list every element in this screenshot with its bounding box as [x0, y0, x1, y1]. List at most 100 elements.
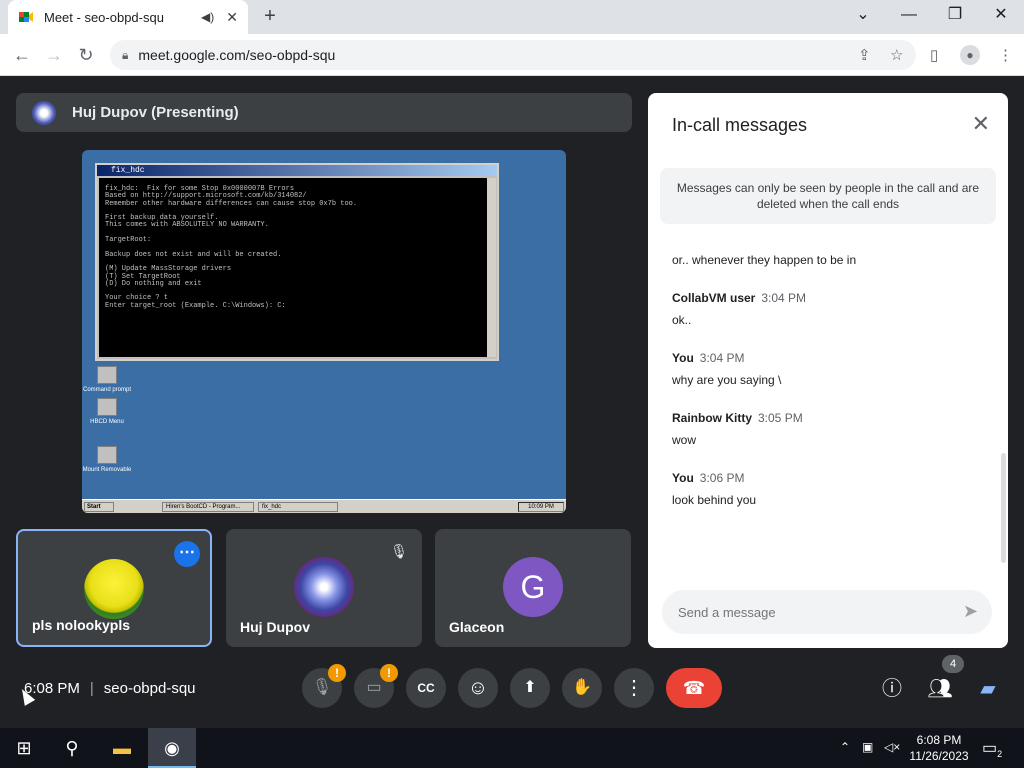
message-time: 3:04 PM: [761, 291, 807, 305]
captions-button[interactable]: CC: [406, 668, 446, 708]
more-options-button[interactable]: ⋮: [614, 668, 654, 708]
new-tab-button[interactable]: +: [258, 4, 282, 28]
menu-icon[interactable]: ⋮: [998, 46, 1013, 64]
message-meta: You 3:04 PM: [672, 351, 982, 365]
message-author: You: [672, 351, 694, 365]
message-text: look behind you: [672, 493, 757, 507]
tab-search-icon[interactable]: ⌄: [840, 0, 886, 30]
message-author: CollabVM user: [672, 291, 756, 305]
participant-name: pls nolookypls: [32, 617, 131, 633]
shared-task: Hiren's BootCD - Program...: [162, 502, 254, 512]
star-icon[interactable]: ☆: [890, 46, 903, 64]
mic-button[interactable]: 🎙︎ !: [302, 664, 346, 708]
message-author: You: [672, 471, 694, 485]
message-text: ok..: [672, 313, 692, 327]
clock-time: 6:08 PM: [916, 733, 962, 747]
notifications-icon[interactable]: ▭2: [982, 738, 1002, 759]
side-panel-icon[interactable]: ▯: [930, 46, 938, 64]
browser-toolbar: ← → ↻ 🔒︎ meet.google.com/seo-obpd-squ ⇪ …: [0, 34, 1024, 76]
desktop-icon-hbcd-menu: HBCD Menu: [82, 398, 132, 426]
chat-message: or.. whenever they happen to be in: [672, 251, 982, 269]
chat-button[interactable]: ▰: [973, 674, 1003, 704]
send-icon[interactable]: ➤: [963, 601, 978, 622]
message-time: 3:05 PM: [758, 411, 803, 425]
phone-hangup-icon: ☎: [682, 678, 706, 698]
people-icon: 👥︎: [927, 678, 953, 700]
more-options-icon[interactable]: ⋯: [174, 541, 200, 567]
profile-icon[interactable]: ●: [960, 45, 980, 65]
desktop-icon-label: Mount Removable: [82, 467, 132, 473]
meeting-info: 6:08 PM | seo-obpd-squ: [24, 680, 196, 697]
people-count-badge: 4: [942, 655, 964, 673]
chat-message: You 3:06 PM look behind you: [672, 471, 982, 509]
leave-call-button[interactable]: ☎: [666, 668, 722, 708]
reload-button[interactable]: ↻: [74, 43, 98, 67]
meet-favicon-icon: [19, 12, 33, 22]
message-meta: You 3:06 PM: [672, 471, 982, 485]
minimize-button[interactable]: —: [886, 0, 932, 30]
close-window-button[interactable]: ✕: [978, 0, 1024, 30]
message-list: or.. whenever they happen to be in Colla…: [672, 251, 982, 523]
share-icon[interactable]: ⇪: [858, 46, 871, 64]
file-explorer-icon[interactable]: ▬: [98, 728, 146, 768]
close-icon[interactable]: ✕: [972, 111, 990, 137]
lock-icon[interactable]: 🔒︎: [122, 48, 128, 63]
windows-start-icon[interactable]: ⊞: [0, 728, 48, 768]
browser-tab[interactable]: Meet - seo-obpd-squ ◀) ✕: [8, 0, 248, 34]
desktop-icon-label: Command prompt: [82, 387, 132, 393]
speaker-icon[interactable]: ◀): [201, 10, 214, 24]
divider: |: [89, 680, 94, 697]
warning-icon: !: [328, 664, 346, 682]
command-prompt-icon: [97, 366, 117, 384]
browser-tabstrip: Meet - seo-obpd-squ ◀) ✕ + ⌄ — ❐ ✕: [0, 0, 1024, 34]
present-screen-icon: ⬆: [523, 679, 537, 696]
usb-icon: [97, 446, 117, 464]
console-output: fix_hdc: Fix for some Stop 0x0000007B Er…: [99, 178, 487, 357]
back-button[interactable]: ←: [10, 43, 34, 67]
message-text: or.. whenever they happen to be in: [672, 253, 857, 267]
message-time: 3:04 PM: [699, 351, 745, 365]
chat-message: CollabVM user 3:04 PM ok..: [672, 291, 982, 329]
console-scrollbar: [487, 178, 496, 357]
forward-button[interactable]: →: [42, 43, 66, 67]
meet-stage: Huj Dupov (Presenting) Command prompt HB…: [0, 77, 1024, 728]
reactions-button[interactable]: ☺: [458, 668, 498, 708]
camera-button[interactable]: ▭ !: [354, 664, 398, 708]
chrome-icon[interactable]: ◉: [148, 728, 196, 768]
hand-icon: ✋: [572, 679, 592, 696]
people-button[interactable]: 👥︎: [925, 674, 955, 704]
participant-tile[interactable]: G Glaceon: [435, 529, 631, 647]
participant-tile[interactable]: ⋯ pls nolookypls: [16, 529, 212, 647]
message-composer: ➤: [662, 590, 992, 634]
search-icon[interactable]: ⚲: [48, 728, 96, 768]
participant-tile[interactable]: 🎙︎ Huj Dupov: [226, 529, 422, 647]
tray-chevron-icon[interactable]: ⌃: [840, 740, 850, 754]
chat-message: Rainbow Kitty 3:05 PM wow: [672, 411, 982, 449]
emoji-icon: ☺: [467, 677, 489, 699]
network-icon[interactable]: ▣: [862, 740, 873, 754]
desktop-icon-command-prompt: Command prompt: [82, 366, 132, 394]
presenter-avatar: [32, 100, 56, 125]
restore-button[interactable]: ❐: [932, 0, 978, 30]
captions-icon: CC: [417, 681, 435, 695]
meeting-code: seo-obpd-squ: [103, 680, 196, 697]
volume-muted-icon[interactable]: ◁×: [884, 740, 900, 754]
address-bar[interactable]: 🔒︎ meet.google.com/seo-obpd-squ: [110, 40, 916, 70]
tools-icon: [97, 398, 117, 416]
chat-notice: Messages can only be seen by people in t…: [660, 168, 996, 224]
more-vert-icon: ⋮: [624, 677, 644, 699]
shared-clock: 10:09 PM: [518, 502, 564, 512]
meeting-details-button[interactable]: ⓘ: [877, 674, 907, 704]
initial-avatar: G: [503, 557, 563, 617]
notification-count: 2: [997, 749, 1003, 760]
message-text: why are you saying \: [672, 373, 782, 387]
system-clock[interactable]: 6:08 PM 11/26/2023: [906, 732, 972, 764]
raise-hand-button[interactable]: ✋: [562, 668, 602, 708]
present-button[interactable]: ⬆: [510, 668, 550, 708]
chat-scrollbar[interactable]: [1001, 453, 1006, 563]
tab-close-icon[interactable]: ✕: [226, 9, 238, 26]
message-input[interactable]: [678, 601, 948, 623]
message-author: Rainbow Kitty: [672, 411, 752, 425]
chat-message: You 3:04 PM why are you saying \: [672, 351, 982, 389]
snowflake-avatar: [294, 557, 354, 617]
